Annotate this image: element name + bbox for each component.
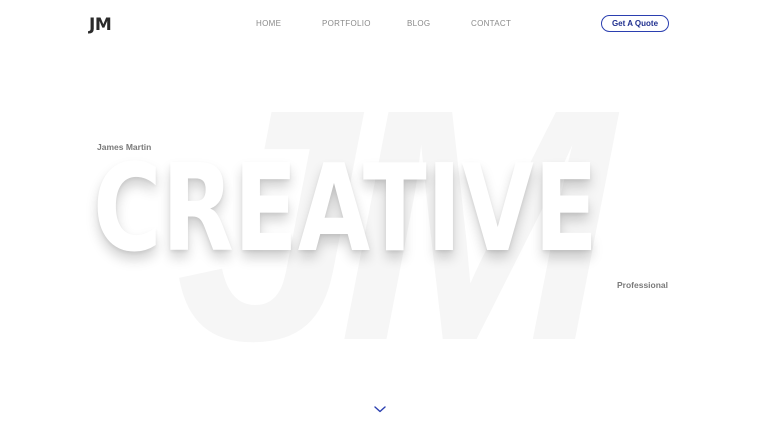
- nav-contact[interactable]: CONTACT: [471, 19, 511, 28]
- landing-page: JM JM HOME PORTFOLIO BLOG CONTACT Get A …: [0, 0, 760, 430]
- nav-portfolio[interactable]: PORTFOLIO: [322, 19, 371, 28]
- hero-headline: CREATIVE: [93, 140, 598, 279]
- scroll-down-button[interactable]: [373, 401, 387, 413]
- nav-blog[interactable]: BLOG: [407, 19, 430, 28]
- chevron-down-icon: [374, 406, 386, 413]
- hero-tagline: Professional: [617, 280, 669, 290]
- get-quote-button[interactable]: Get A Quote: [601, 15, 669, 32]
- nav-home[interactable]: HOME: [256, 19, 281, 28]
